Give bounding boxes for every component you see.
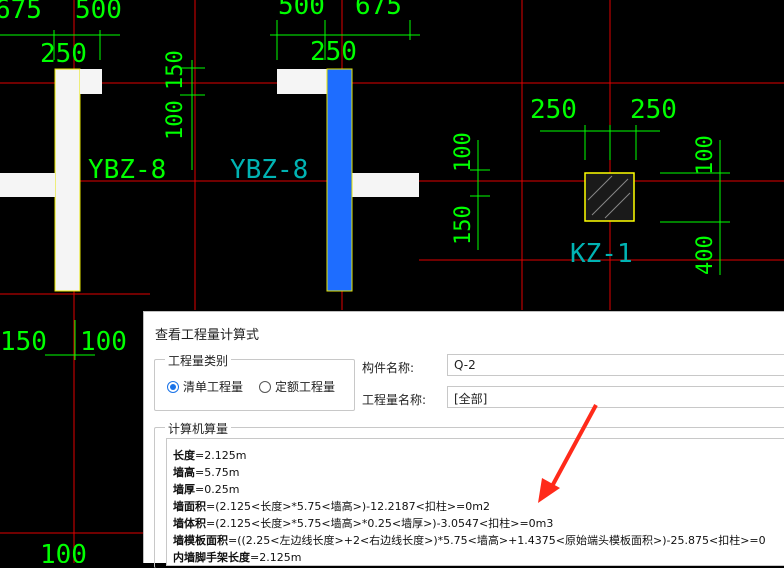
selected-wall-q2[interactable] — [326, 68, 353, 292]
column-kz1[interactable] — [584, 172, 635, 222]
dim-label: 500 — [75, 0, 122, 25]
dim-label: 100 — [80, 327, 127, 357]
dim-label: 500 — [278, 0, 325, 21]
component-label: YBZ-8 — [88, 155, 166, 185]
dim-label: 675 — [0, 0, 42, 25]
wall-ybz-left[interactable] — [0, 68, 102, 292]
radio-quota-qty[interactable]: 定额工程量 — [259, 378, 335, 395]
calc-group-label: 计算机算量 — [165, 420, 232, 437]
dim-label: 250 — [40, 39, 87, 69]
dim-label: 400 — [693, 235, 718, 275]
radio-quota-qty-label: 定额工程量 — [275, 380, 336, 394]
radio-unselected-icon — [259, 380, 271, 393]
dialog-title: 查看工程量计算式 — [155, 328, 260, 343]
calc-line: 墙厚=0.25m — [173, 483, 240, 496]
dim-label: 150 — [163, 50, 188, 90]
dim-label: 100 — [451, 132, 476, 172]
dim-label: 100 — [163, 100, 188, 140]
qty-type-group: 工程量类别 清单工程量 定额工程量 — [154, 352, 355, 411]
dim-label: 150 — [451, 205, 476, 245]
calc-line: 墙模板面积=((2.25<左边线长度>+2<右边线长度>)*5.75<墙高>+1… — [173, 534, 766, 547]
calc-formula-dialog: 查看工程量计算式 工程量类别 清单工程量 定额工程量 构件名称: Q-2 工程量… — [143, 311, 784, 568]
dim-label: 150 — [0, 327, 47, 357]
calc-line: 墙体积=(2.125<长度>*5.75<墙高>*0.25<墙厚>)-3.0547… — [173, 517, 554, 530]
dim-label: 250 — [530, 95, 577, 125]
radio-list-qty-label: 清单工程量 — [183, 380, 244, 394]
dim-label: 100 — [693, 135, 718, 175]
dim-label: 100 — [40, 540, 87, 563]
component-name-label: 构件名称: — [362, 361, 415, 375]
qty-type-group-label: 工程量类别 — [165, 352, 232, 369]
calc-line: 墙面积=(2.125<长度>*5.75<墙高>)-12.2187<扣柱>=0m2 — [173, 500, 490, 513]
component-label: KZ-1 — [570, 239, 633, 269]
radio-list-qty[interactable]: 清单工程量 — [167, 378, 243, 395]
component-name-field[interactable]: Q-2 — [447, 354, 784, 376]
radio-selected-icon — [167, 380, 179, 393]
component-label: YBZ-8 — [230, 155, 308, 185]
dim-label: 250 — [310, 37, 357, 67]
calc-line: 墙高=5.75m — [173, 466, 240, 479]
qty-name-label: 工程量名称: — [362, 393, 427, 407]
qty-name-field[interactable]: [全部] — [447, 386, 784, 408]
dim-label: 250 — [630, 95, 677, 125]
calc-formula-box[interactable]: 长度=2.125m 墙高=5.75m 墙厚=0.25m 墙面积=(2.125<长… — [166, 438, 784, 566]
calc-line: 长度=2.125m — [173, 449, 247, 462]
dim-label: 675 — [355, 0, 402, 21]
